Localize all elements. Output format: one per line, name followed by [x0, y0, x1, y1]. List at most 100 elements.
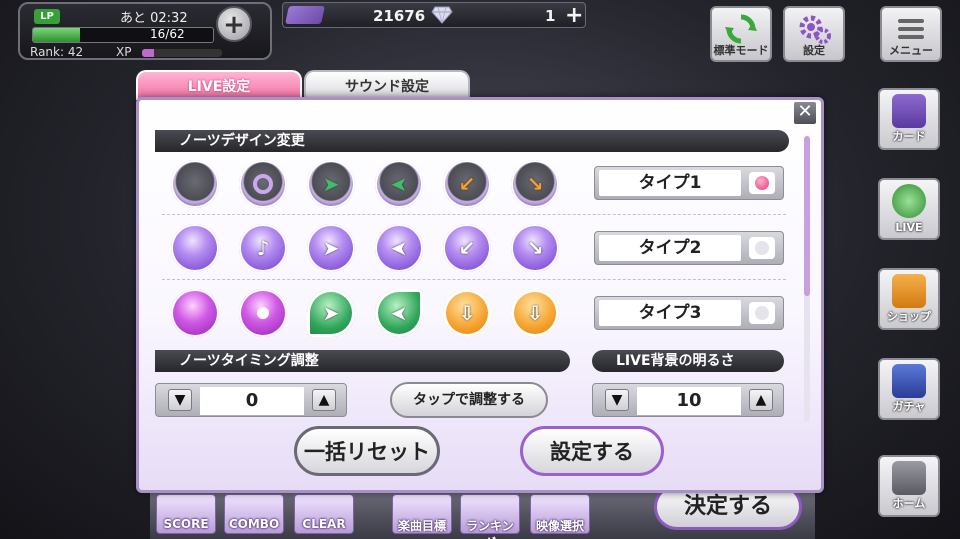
combo-tab[interactable]: COMBO — [224, 494, 284, 534]
note-swipe-right-orange: ⇩ — [511, 289, 559, 337]
note-swipe-left-dark: ↙ — [443, 160, 491, 208]
brightness-header: LIVE背景の明るさ — [592, 350, 784, 372]
ranking-tab[interactable]: ランキング — [460, 494, 520, 539]
brightness-stepper: ▼ 10 ▲ — [592, 383, 784, 417]
currency-panel: 21676 1 + — [282, 2, 586, 28]
score-tab[interactable]: SCORE — [156, 494, 216, 534]
swipe-arrow-icon: ⇩ — [458, 301, 476, 325]
rank-label: Rank: 42 — [30, 45, 84, 59]
settings-button[interactable]: 設定 — [783, 6, 845, 62]
type-radio[interactable] — [749, 302, 775, 324]
divider — [162, 214, 786, 215]
type-option-label: タイプ2 — [599, 235, 741, 261]
xp-label: XP — [116, 45, 132, 59]
tab-sound-settings[interactable]: サウンド設定 — [304, 70, 470, 100]
radio-dot — [755, 241, 769, 255]
type-option-2[interactable]: タイプ2 — [594, 231, 784, 265]
tab-live-settings[interactable]: LIVE設定 — [136, 70, 302, 100]
timing-increase-button[interactable]: ▲ — [312, 389, 336, 411]
home-icon — [892, 461, 926, 495]
note-hold-purple: ♪ — [239, 224, 287, 272]
timing-decrease-button[interactable]: ▼ — [168, 389, 192, 411]
type-radio[interactable] — [749, 237, 775, 259]
apply-settings-button[interactable]: 設定する — [520, 426, 664, 476]
swipe-arrow-icon: ↙ — [458, 172, 476, 196]
divider — [162, 279, 786, 280]
settings-button-label: 設定 — [803, 44, 825, 57]
nav-live-button[interactable]: LIVE — [878, 178, 940, 240]
gem-icon — [431, 6, 453, 24]
swipe-arrow-icon: ↘ — [526, 172, 544, 196]
nav-home-button[interactable]: ホーム — [878, 455, 940, 517]
song-target-tab[interactable]: 楽曲目標 — [392, 494, 452, 534]
coin-count: 21676 — [373, 7, 426, 25]
menu-button-label: メニュー — [889, 44, 933, 57]
scrollbar-thumb[interactable] — [804, 136, 810, 296]
arrow-left-icon: ➤ — [390, 301, 408, 325]
shopping-bag-icon — [892, 274, 926, 308]
nav-shop-button[interactable]: ショップ — [878, 268, 940, 330]
nav-live-label: LIVE — [895, 221, 923, 234]
lp-count: 16/62 — [150, 27, 185, 41]
nav-gacha-button[interactable]: ガチャ — [878, 358, 940, 420]
arrow-right-icon: ➤ — [322, 236, 340, 260]
mode-button-label: 標準モード — [713, 44, 769, 57]
note-hold-magenta — [239, 289, 287, 337]
tap-adjust-button[interactable]: タップで調整する — [390, 382, 548, 418]
nav-shop-label: ショップ — [887, 310, 931, 323]
lp-badge: LP — [34, 9, 60, 24]
swipe-arrow-icon: ↙ — [458, 236, 476, 260]
swipe-arrow-icon: ↘ — [526, 236, 544, 260]
arrow-left-icon: ➤ — [390, 172, 408, 196]
music-note-icon: ♪ — [256, 236, 270, 260]
mode-button[interactable]: 標準モード — [710, 6, 772, 62]
radio-dot — [755, 176, 769, 190]
type-option-label: タイプ1 — [599, 170, 741, 196]
music-note-icon — [892, 184, 926, 218]
note-tap-dark — [171, 160, 219, 208]
arrow-right-icon: ➤ — [322, 172, 340, 196]
note-flick-right-green: ➤ — [307, 289, 355, 337]
card-icon — [892, 94, 926, 128]
swipe-arrow-icon: ⇩ — [526, 301, 544, 325]
note-flick-left-dark: ➤ — [375, 160, 423, 208]
arrow-left-icon: ➤ — [390, 236, 408, 260]
note-flick-left-purple: ➤ — [375, 224, 423, 272]
menu-button[interactable]: メニュー — [880, 6, 942, 62]
note-tap-magenta — [171, 289, 219, 337]
brightness-increase-button[interactable]: ▲ — [749, 389, 773, 411]
type-option-3[interactable]: タイプ3 — [594, 296, 784, 330]
lp-recovery-time: あと 02:32 — [120, 11, 188, 26]
reset-all-button[interactable]: 一括リセット — [294, 426, 440, 476]
note-flick-left-green: ➤ — [375, 289, 423, 337]
clear-tab[interactable]: CLEAR — [294, 494, 354, 534]
lp-bar — [32, 27, 214, 43]
note-swipe-left-orange: ⇩ — [443, 289, 491, 337]
brightness-decrease-button[interactable]: ▼ — [605, 389, 629, 411]
timing-stepper: ▼ 0 ▲ — [155, 383, 347, 417]
refresh-icon — [725, 14, 757, 44]
gear-icon — [799, 15, 831, 44]
type-radio[interactable] — [749, 172, 775, 194]
ticket-icon — [285, 6, 325, 24]
lp-add-button[interactable]: + — [216, 6, 252, 42]
nav-home-label: ホーム — [892, 497, 926, 510]
note-tap-purple — [171, 224, 219, 272]
nav-card-label: カード — [892, 130, 926, 143]
note-flick-right-purple: ➤ — [307, 224, 355, 272]
note-swipe-right-purple: ↘ — [511, 224, 559, 272]
note-swipe-left-purple: ↙ — [443, 224, 491, 272]
nav-card-button[interactable]: カード — [878, 88, 940, 150]
type-option-1[interactable]: タイプ1 — [594, 166, 784, 200]
timing-value: 0 — [200, 387, 304, 415]
star-cards-icon — [892, 364, 926, 398]
gem-add-button[interactable]: + — [565, 3, 583, 28]
video-select-tab[interactable]: 映像選択 — [530, 494, 590, 534]
close-button[interactable]: ✕ — [792, 100, 818, 126]
type-option-label: タイプ3 — [599, 300, 741, 326]
arrow-right-icon: ➤ — [322, 301, 340, 325]
lp-bar-fill — [33, 28, 80, 42]
xp-bar-fill — [142, 49, 154, 57]
lp-panel: LP あと 02:32 16/62 + Rank: 42 XP — [18, 2, 272, 60]
note-design-header: ノーツデザイン変更 — [155, 130, 789, 152]
